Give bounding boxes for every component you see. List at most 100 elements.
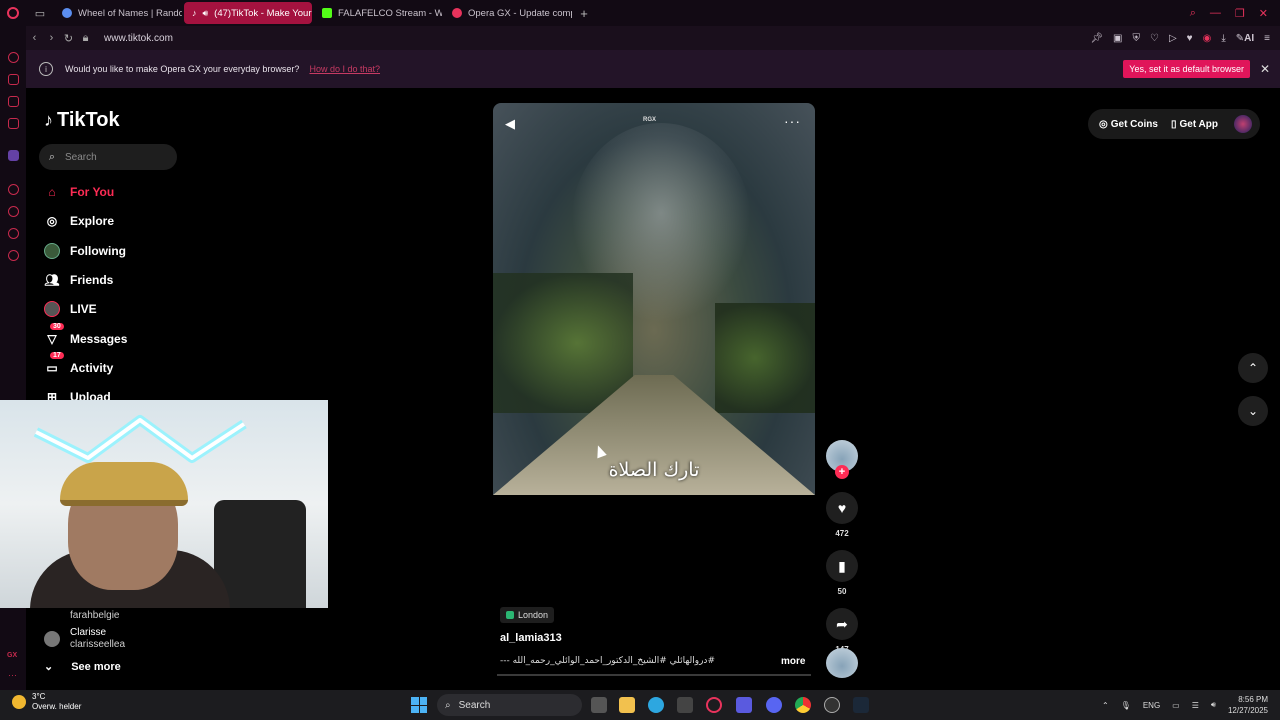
nav-activity[interactable]: ▭ 17 Activity	[44, 352, 114, 379]
bookmarks-heart-icon[interactable]: ♥	[1187, 33, 1193, 44]
pin-icon[interactable]: 📌︎	[1090, 33, 1103, 44]
get-app-button[interactable]: ▯ Get App	[1171, 119, 1218, 130]
nav-label: Messages	[70, 332, 128, 346]
tab-wheel-of-names[interactable]: Wheel of Names | Random	[54, 2, 182, 24]
creator-avatar[interactable]: +	[826, 440, 858, 479]
video-player[interactable]: ◀︎ RGX ··· تارك الصلاة	[493, 103, 815, 495]
nav-label: Explore	[70, 214, 115, 228]
aria-ai-button[interactable]: ✎AI	[1236, 33, 1254, 44]
video-author[interactable]: al_lamia313	[500, 632, 562, 644]
location-badge[interactable]: London	[500, 607, 555, 623]
download-icon[interactable]: ⤓	[1221, 33, 1225, 44]
reload-icon[interactable]: ↻	[60, 32, 77, 45]
volume-icon[interactable]: 🔊︎	[1211, 700, 1216, 710]
opera-gx-logo-icon[interactable]	[0, 0, 26, 26]
discord-icon[interactable]	[766, 697, 782, 713]
maximize-icon[interactable]: ❐	[1235, 7, 1245, 20]
notice-message: Would you like to make Opera GX your eve…	[65, 64, 300, 74]
url-field[interactable]: www.tiktok.com	[104, 33, 173, 44]
gx-control-icon[interactable]	[8, 52, 19, 63]
language-indicator[interactable]: ENG	[1143, 701, 1160, 710]
nav-messages[interactable]: ▽ 30 Messages	[44, 323, 128, 350]
file-explorer-icon[interactable]	[619, 697, 635, 713]
network-icon[interactable]: ☰	[1192, 701, 1199, 710]
gx-corner-icon[interactable]	[8, 74, 19, 85]
shield-icon[interactable]: ⛨	[1133, 33, 1141, 44]
speaker-icon[interactable]: 🔊︎	[203, 8, 209, 19]
messenger-icon[interactable]	[8, 228, 19, 239]
tab-bar: ▭ Wheel of Names | Random ♪ 🔊︎ (47)TikTo…	[0, 0, 1280, 26]
clock[interactable]: 8:56 PM 12/27/2025	[1228, 694, 1268, 716]
settings-icon[interactable]	[8, 250, 19, 261]
nav-friends[interactable]: 👥︎ Friends	[44, 269, 113, 291]
more-button[interactable]: more	[781, 656, 805, 667]
opera-gx-taskbar-icon[interactable]	[706, 697, 722, 713]
video-description: #دروالهائلي #الشيخ_الدكتور_احمد_الوائلي_…	[500, 656, 715, 666]
player-icon[interactable]	[8, 118, 19, 129]
search-tabs-icon[interactable]: ⌕	[1190, 7, 1196, 20]
next-video-button[interactable]: ⌄	[1238, 396, 1268, 426]
taskbar-search[interactable]: ⌕ Search	[437, 694, 582, 716]
back-icon[interactable]: ‹	[26, 32, 43, 44]
history-icon[interactable]	[8, 184, 19, 195]
get-app-label: Get App	[1179, 118, 1218, 130]
display-icon[interactable]: ▭	[1172, 701, 1180, 710]
task-view-icon[interactable]	[591, 697, 607, 713]
nav-label: Activity	[70, 361, 114, 375]
heart-extension-icon[interactable]: ♡	[1150, 33, 1159, 44]
how-link[interactable]: How do I do that?	[309, 64, 380, 74]
steam-icon[interactable]	[853, 697, 869, 713]
search-input[interactable]: ⌕ Search	[39, 144, 177, 170]
webcam-overlay	[0, 400, 328, 608]
nav-live[interactable]: LIVE	[44, 298, 97, 320]
tiktok-logo[interactable]: ♪ TikTok	[44, 109, 120, 132]
chevron-down-icon: ⌄	[1247, 404, 1259, 418]
music-disc-avatar[interactable]	[826, 648, 858, 678]
top-right-actions: ◎ Get Coins ▯ Get App	[1088, 109, 1260, 139]
tab-opera-update[interactable]: Opera GX - Update complete	[444, 2, 572, 24]
nav-for-you[interactable]: ⌂ For You	[44, 181, 114, 203]
start-button[interactable]	[411, 697, 427, 713]
close-window-icon[interactable]: ✕	[1259, 7, 1268, 20]
chrome-icon[interactable]	[795, 697, 811, 713]
weather-widget[interactable]: 3°C Overw. helder	[12, 692, 81, 712]
share-button[interactable]: ➦	[826, 608, 858, 640]
save-button[interactable]: ▮	[826, 550, 858, 582]
minimize-icon[interactable]: —	[1210, 7, 1221, 20]
video-progress-bar[interactable]	[497, 674, 811, 676]
clock-icon[interactable]	[8, 206, 19, 217]
volume-icon[interactable]: ◀︎	[505, 116, 515, 132]
tab-islands-icon[interactable]: ▭	[26, 7, 54, 20]
play-icon[interactable]: ▷	[1169, 33, 1177, 44]
tab-kick-stream[interactable]: FALAFELCO Stream - Watch	[314, 2, 442, 24]
edge-icon[interactable]	[648, 697, 664, 713]
snapshot-icon[interactable]: ▣	[1113, 33, 1122, 44]
obs-icon[interactable]	[824, 697, 840, 713]
see-more-button[interactable]: ⌄ See more	[44, 660, 121, 674]
more-options-icon[interactable]: ···	[784, 113, 801, 129]
nav-following[interactable]: Following	[44, 240, 126, 262]
new-tab-button[interactable]: +	[574, 6, 594, 21]
streamlabs-icon[interactable]	[736, 697, 752, 713]
chevron-up-icon[interactable]: ⌃	[1102, 701, 1109, 710]
profile-icon[interactable]: ◉	[1203, 33, 1212, 44]
follow-plus-icon[interactable]: +	[835, 465, 849, 479]
gx-cleaner-icon[interactable]	[8, 96, 19, 107]
video-watermark: RGX	[643, 117, 657, 123]
tab-tiktok[interactable]: ♪ 🔊︎ (47)TikTok - Make Your Day	[184, 2, 312, 24]
like-button[interactable]: ♥	[826, 492, 858, 524]
close-notice-icon[interactable]: ✕	[1250, 62, 1280, 76]
forward-icon[interactable]: ›	[43, 32, 60, 44]
twitch-icon[interactable]	[8, 150, 19, 161]
store-icon[interactable]	[677, 697, 693, 713]
more-icon[interactable]: ···	[8, 670, 17, 680]
menu-icon[interactable]: ≡	[1264, 33, 1270, 44]
opera-favicon-icon	[452, 8, 462, 18]
nav-explore[interactable]: ◎ Explore	[44, 210, 114, 232]
profile-avatar[interactable]	[1234, 115, 1252, 133]
previous-video-button[interactable]: ⌃	[1238, 353, 1268, 383]
tiktok-favicon-icon: ♪	[192, 8, 197, 18]
microphone-icon[interactable]: 🎙︎	[1121, 701, 1131, 710]
get-coins-button[interactable]: ◎ Get Coins	[1099, 119, 1158, 130]
set-default-button[interactable]: Yes, set it as default browser	[1123, 60, 1250, 78]
